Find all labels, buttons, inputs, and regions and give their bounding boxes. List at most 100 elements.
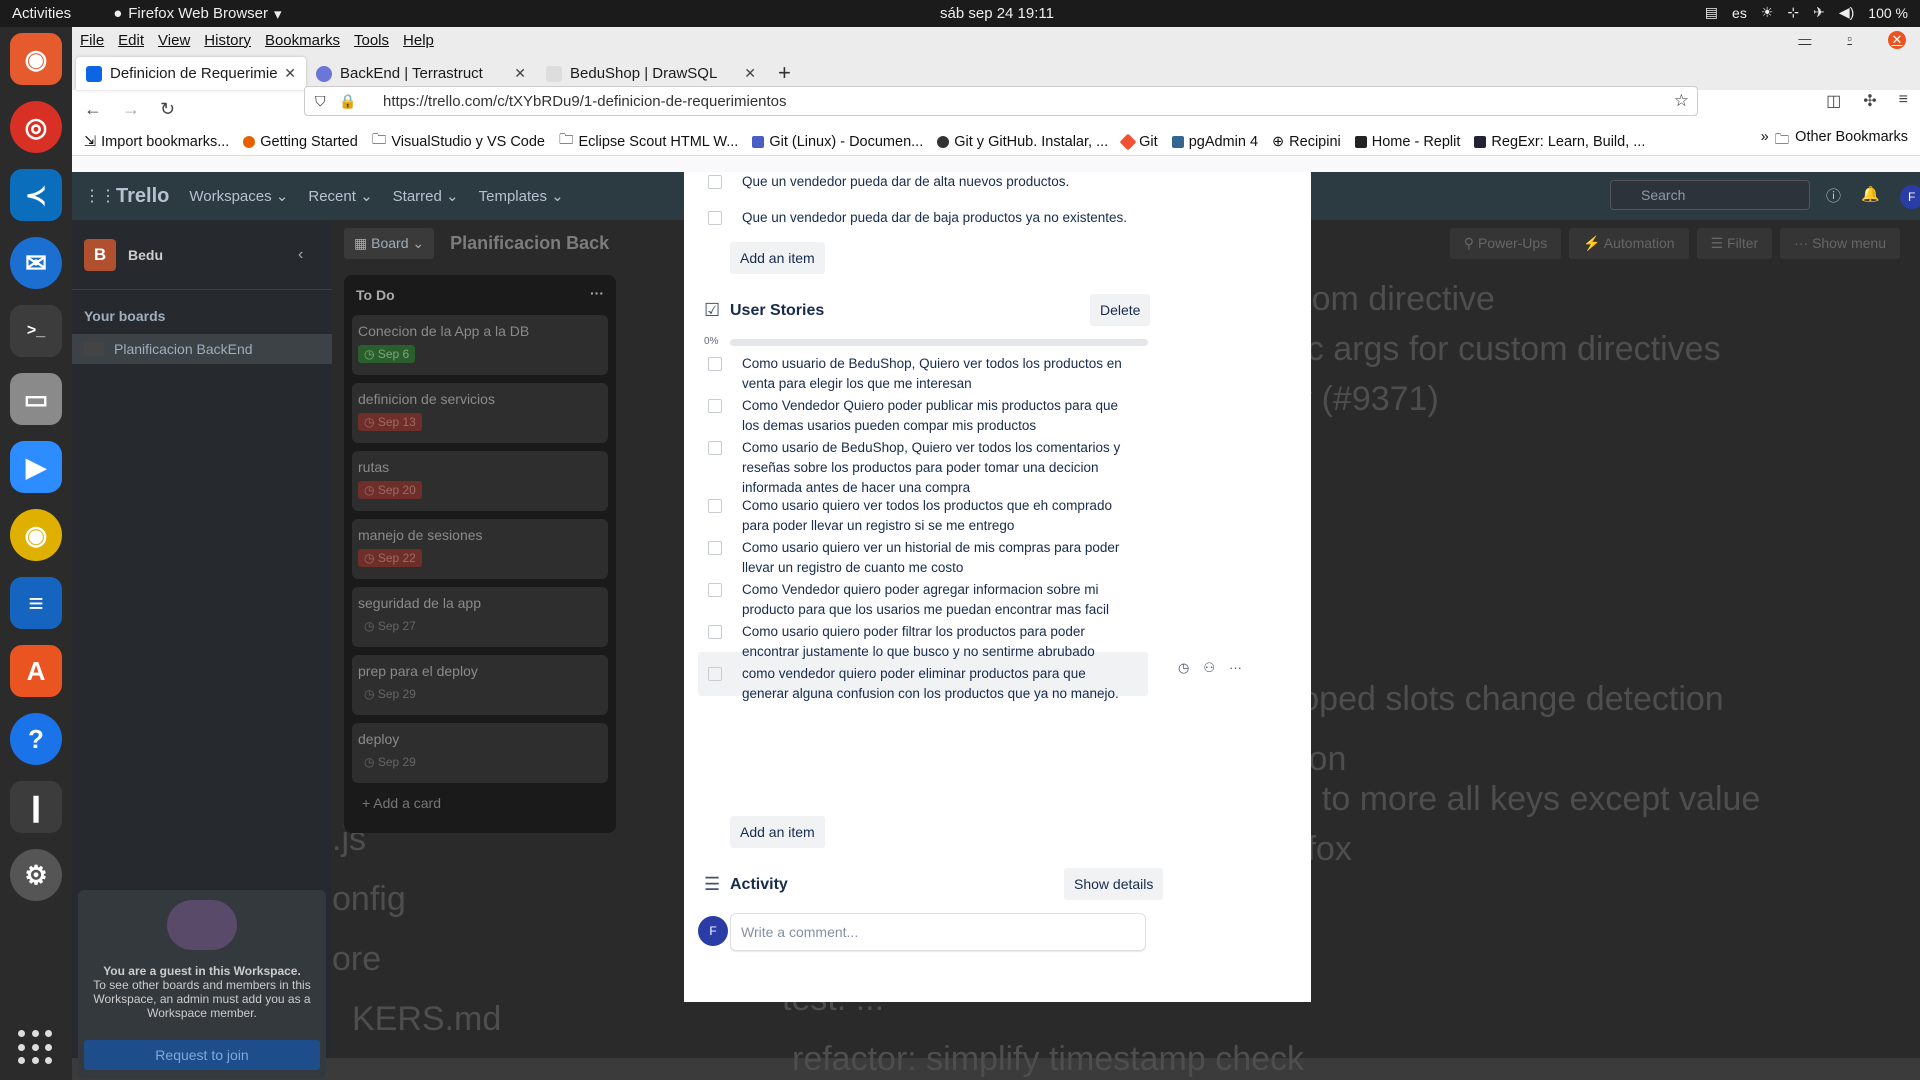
list-card[interactable]: Conecion de la App a la DB ◷ Sep 6 <box>352 315 608 375</box>
tab-trello[interactable]: Definicion de Requerimie ✕ <box>76 57 306 90</box>
activities-button[interactable]: Activities <box>12 5 71 22</box>
menu-view[interactable]: View <box>158 32 190 49</box>
firefox-icon[interactable]: ◉ <box>10 33 62 85</box>
checkbox[interactable] <box>708 499 722 513</box>
extensions-icon[interactable]: ✣ <box>1863 91 1876 111</box>
show-apps-icon[interactable] <box>18 1030 54 1066</box>
forward-icon[interactable]: → <box>122 99 140 120</box>
checklist-item[interactable]: Como usario quiero poder filtrar los pro… <box>708 622 1128 662</box>
comment-input[interactable]: Write a comment... <box>730 913 1146 951</box>
automation-button[interactable]: ⚡ Automation <box>1569 228 1689 259</box>
clock[interactable]: sáb sep 24 19:11 <box>940 5 1054 22</box>
bell-icon[interactable]: 🔔 <box>1861 185 1880 209</box>
power-ups-button[interactable]: ⚲ Power-Ups <box>1449 228 1562 259</box>
bookmark-item[interactable]: Git y GitHub. Instalar, ... <box>937 134 1108 150</box>
due-date-badge[interactable]: ◷ Sep 29 <box>358 685 422 703</box>
shield-icon[interactable]: ⛉ <box>315 93 326 110</box>
checklist-item[interactable]: Como usario de BeduShop, Quiero ver todo… <box>708 438 1128 498</box>
close-tab-icon[interactable]: ✕ <box>744 65 756 82</box>
checklist-item[interactable]: Que un vendedor pueda dar de alta nuevos… <box>708 172 1128 192</box>
due-date-badge[interactable]: ◷ Sep 29 <box>358 753 422 771</box>
search-input[interactable]: Search <box>1610 180 1810 210</box>
add-card-button[interactable]: + Add a card <box>344 791 616 815</box>
files-icon[interactable]: ▭ <box>10 373 62 425</box>
add-item-button[interactable]: Add an item <box>730 242 825 274</box>
checklist-item[interactable]: Como usario quiero ver todos los product… <box>708 496 1128 536</box>
hamburger-menu-icon[interactable]: ≡ <box>1899 91 1908 111</box>
checkbox[interactable] <box>708 583 722 597</box>
list-card[interactable]: prep para el deploy ◷ Sep 29 <box>352 655 608 715</box>
checklist-item[interactable]: Como Vendedor Quiero poder publicar mis … <box>708 396 1128 436</box>
menu-bookmarks[interactable]: Bookmarks <box>265 32 340 49</box>
language-indicator[interactable]: es <box>1732 5 1747 21</box>
terminal-icon[interactable]: >_ <box>10 305 62 357</box>
checkbox[interactable] <box>708 357 722 371</box>
checkbox[interactable] <box>708 541 722 555</box>
checkbox[interactable] <box>708 399 722 413</box>
bookmark-item[interactable]: RegExr: Learn, Build, ... <box>1474 134 1645 150</box>
checkbox[interactable] <box>708 211 722 225</box>
checkbox[interactable] <box>708 441 722 455</box>
bookmark-item[interactable]: ⇲ Import bookmarks... <box>84 134 229 150</box>
url-bar[interactable]: ⛉ 🔒 https://trello.com/c/tXYbRDu9/1-defi… <box>304 86 1698 116</box>
list-card[interactable]: definicion de servicios ◷ Sep 13 <box>352 383 608 443</box>
menu-edit[interactable]: Edit <box>118 32 144 49</box>
delete-checklist-button[interactable]: Delete <box>1090 294 1151 326</box>
thunderbird-icon[interactable]: ✉ <box>10 237 62 289</box>
settings-icon[interactable]: ⚙ <box>10 849 62 901</box>
list-card[interactable]: manejo de sesiones ◷ Sep 22 <box>352 519 608 579</box>
assign-member-icon[interactable]: ⚇ <box>1203 660 1215 676</box>
menu-file[interactable]: File <box>80 32 104 49</box>
minimize-icon[interactable]: — <box>1798 31 1811 49</box>
chrome-icon[interactable]: ◎ <box>10 101 62 153</box>
show-menu-button[interactable]: ··· Show menu <box>1780 228 1900 259</box>
collapse-icon[interactable]: ‹ <box>298 246 303 264</box>
checklist-item[interactable]: como vendedor quiero poder eliminar prod… <box>708 664 1128 704</box>
workspace-name[interactable]: Bedu <box>128 247 163 263</box>
other-bookmarks[interactable]: » 🗀 Other Bookmarks <box>1761 129 1908 154</box>
checklist-title[interactable]: User Stories <box>730 302 824 320</box>
menu-tools[interactable]: Tools <box>354 32 389 49</box>
filter-button[interactable]: ☰ Filter <box>1696 228 1773 259</box>
writer-icon[interactable]: ≡ <box>10 577 62 629</box>
info-icon[interactable]: ⓘ <box>1826 185 1841 209</box>
nav-recent[interactable]: Recent ⌄ <box>308 187 372 205</box>
due-date-badge[interactable]: ◷ Sep 20 <box>358 481 422 499</box>
rhythmbox-icon[interactable]: ◉ <box>10 509 62 561</box>
checkbox[interactable] <box>708 175 722 189</box>
chevrons-icon[interactable]: » <box>1761 129 1769 154</box>
back-icon[interactable]: ← <box>84 99 102 120</box>
system-tray[interactable]: ▤ es ☀ ⊹ ✈ ◀) 100 % <box>1705 4 1908 21</box>
clipboard-icon[interactable]: ▤ <box>1705 4 1718 21</box>
checklist-item[interactable]: Como usario quiero ver un historial de m… <box>708 538 1128 578</box>
close-tab-icon[interactable]: ✕ <box>284 65 296 82</box>
url-text[interactable]: https://trello.com/c/tXYbRDu9/1-definici… <box>383 93 787 110</box>
apps-grid-icon[interactable]: ⋮⋮ <box>84 186 116 206</box>
nav-starred[interactable]: Starred ⌄ <box>393 187 459 205</box>
list-card[interactable]: deploy ◷ Sep 29 <box>352 723 608 783</box>
star-icon[interactable]: ☆ <box>1674 91 1689 111</box>
clock-icon[interactable]: ◷ <box>1178 660 1189 676</box>
nav-workspaces[interactable]: Workspaces ⌄ <box>189 187 288 205</box>
bookmark-item[interactable]: Git <box>1119 133 1158 150</box>
nav-templates[interactable]: Templates ⌄ <box>479 187 564 205</box>
checklist-item[interactable]: Como Vendedor quiero poder agregar infor… <box>708 580 1128 620</box>
checklist-item[interactable]: Como usuario de BeduShop, Quiero ver tod… <box>708 354 1128 394</box>
board-title[interactable]: Planificacion Back <box>450 233 609 254</box>
trello-logo[interactable]: Trello <box>116 185 169 208</box>
pocket-icon[interactable]: ◫ <box>1826 91 1841 111</box>
bookmark-item[interactable]: ⊕ Recipini <box>1272 134 1341 150</box>
list-card[interactable]: rutas ◷ Sep 20 <box>352 451 608 511</box>
thermometer-icon[interactable]: ❙ <box>10 781 62 833</box>
checkbox[interactable] <box>708 625 722 639</box>
bookmark-item[interactable]: Getting Started <box>243 134 358 150</box>
close-tab-icon[interactable]: ✕ <box>514 65 526 82</box>
checkbox[interactable] <box>708 667 722 681</box>
app-menu[interactable]: ● Firefox Web Browser ▾ <box>113 5 281 23</box>
due-date-badge[interactable]: ◷ Sep 27 <box>358 617 422 635</box>
checklist-item[interactable]: Que un vendedor pueda dar de baja produc… <box>708 208 1128 228</box>
more-icon[interactable]: ··· <box>1229 660 1242 676</box>
due-date-badge[interactable]: ◷ Sep 13 <box>358 413 422 431</box>
request-to-join-button[interactable]: Request to join <box>84 1040 320 1070</box>
reload-icon[interactable]: ↻ <box>160 99 175 120</box>
